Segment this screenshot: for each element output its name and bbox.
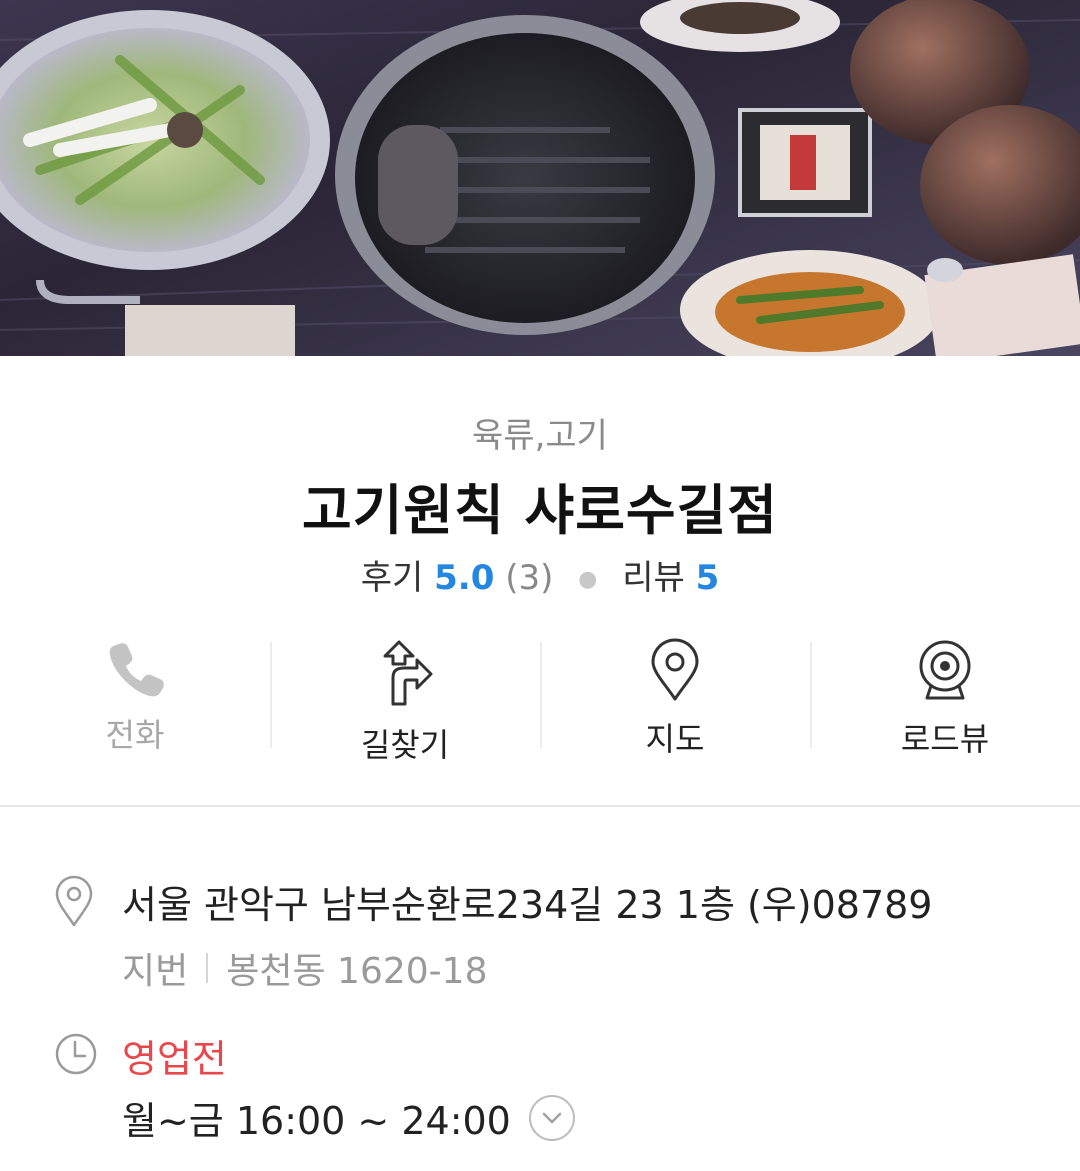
location-pin-icon [55, 875, 93, 927]
review-label[interactable]: 후기 [361, 558, 424, 598]
address-text[interactable]: 서울 관악구 남부순환로234길 23 1층 (우)08789 [122, 874, 932, 929]
directions-icon [383, 640, 433, 706]
review-count[interactable]: (3) [505, 558, 553, 598]
jibun-address: 지번 봉천동 1620-18 [122, 942, 487, 994]
jibun-value: 봉천동 1620-18 [226, 951, 488, 992]
hero-photo[interactable] [0, 0, 1080, 356]
phone-icon [109, 643, 164, 697]
separator-dot: ● [578, 567, 598, 592]
directions-button[interactable]: 길찾기 [270, 636, 540, 764]
roadview-label: 로드뷰 [900, 720, 990, 758]
business-hours: 월~금 16:00 ~ 24:00 [122, 1090, 575, 1145]
clock-icon [55, 1033, 97, 1075]
phone-label: 전화 [105, 716, 165, 754]
business-status: 영업전 [122, 1037, 227, 1081]
chevron-down-icon [542, 1112, 562, 1123]
blog-review-label[interactable]: 리뷰 [622, 558, 685, 598]
map-pin-icon [651, 638, 699, 701]
blog-review-count[interactable]: 5 [696, 558, 720, 598]
jibun-label: 지번 [122, 951, 189, 992]
grill-table-photo [0, 0, 1080, 356]
map-label: 지도 [645, 720, 705, 758]
action-bar: 전화 길찾기 지도 로드뷰 [0, 636, 1080, 764]
directions-label: 길찾기 [360, 726, 450, 764]
section-divider [0, 805, 1080, 807]
map-button[interactable]: 지도 [540, 636, 810, 758]
review-score[interactable]: 5.0 [434, 558, 494, 598]
category-label: 육류,고기 [472, 416, 608, 456]
jibun-separator [206, 953, 209, 983]
rating-summary: 후기 5.0 (3) ● 리뷰 5 [0, 550, 1080, 599]
roadview-icon [919, 640, 971, 700]
roadview-button[interactable]: 로드뷰 [810, 636, 1080, 758]
phone-button: 전화 [0, 636, 270, 756]
hours-text: 월~금 16:00 ~ 24:00 [122, 1099, 511, 1143]
expand-hours-button[interactable] [528, 1094, 575, 1141]
page-title: 고기원칙 샤로수길점 [302, 479, 778, 542]
